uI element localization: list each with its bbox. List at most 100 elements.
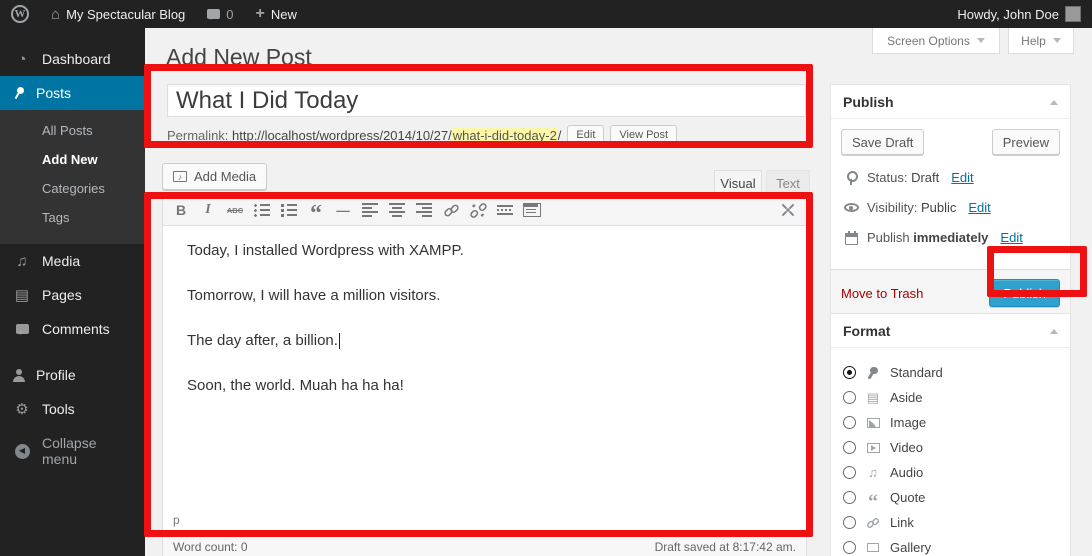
format-box-title: Format: [843, 323, 890, 339]
editor-content[interactable]: Today, I installed Wordpress with XAMPP.…: [163, 226, 806, 509]
screen-options-button[interactable]: Screen Options: [872, 28, 1000, 54]
format-box-body: Standard Aside Image Video Audio: [831, 348, 1070, 556]
sidebar-item-tools[interactable]: Tools: [0, 392, 145, 426]
tab-text[interactable]: Text: [766, 170, 810, 195]
sidebar-separator: [0, 346, 145, 358]
submenu-item-categories[interactable]: Categories: [0, 174, 145, 203]
italic-button[interactable]: [195, 198, 221, 222]
comments-icon: [207, 9, 220, 19]
dashboard-icon: [12, 51, 32, 67]
format-label[interactable]: Quote: [890, 490, 925, 505]
bold-button[interactable]: [168, 198, 194, 222]
audio-icon: [865, 465, 881, 480]
blockquote-button[interactable]: [303, 198, 329, 222]
publish-button[interactable]: Publish: [989, 279, 1060, 307]
preview-button[interactable]: Preview: [992, 129, 1060, 155]
comments-bubble-icon: [16, 324, 29, 334]
add-media-label: Add Media: [194, 169, 256, 184]
radio-link[interactable]: [843, 516, 856, 529]
edit-status-link[interactable]: Edit: [951, 170, 973, 185]
format-label[interactable]: Aside: [890, 390, 923, 405]
radio-audio[interactable]: [843, 466, 856, 479]
format-option-quote: Quote: [843, 485, 1058, 510]
format-option-audio: Audio: [843, 460, 1058, 485]
publish-box-footer: Move to Trash Publish: [831, 269, 1070, 316]
editor-paragraph: Today, I installed Wordpress with XAMPP.: [187, 242, 782, 260]
radio-video[interactable]: [843, 441, 856, 454]
bulleted-list-button[interactable]: [249, 198, 275, 222]
format-label[interactable]: Link: [890, 515, 914, 530]
post-title-input[interactable]: [167, 84, 806, 117]
sidebar-item-media[interactable]: Media: [0, 244, 145, 278]
format-label[interactable]: Gallery: [890, 540, 931, 555]
save-draft-button[interactable]: Save Draft: [841, 129, 924, 155]
collapse-toggle-icon[interactable]: [1050, 96, 1058, 105]
submenu-item-add-new[interactable]: Add New: [0, 145, 145, 174]
permalink-base: http://localhost/wordpress/2014/10/27/: [232, 128, 452, 143]
horizontal-rule-button[interactable]: [330, 198, 356, 222]
sidebar-item-dashboard[interactable]: Dashboard: [0, 42, 145, 76]
editor-path-bar: p: [163, 509, 806, 531]
link-icon: [443, 202, 460, 219]
radio-quote[interactable]: [843, 491, 856, 504]
radio-gallery[interactable]: [843, 541, 856, 554]
insert-link-button[interactable]: [438, 198, 464, 222]
add-media-button[interactable]: Add Media: [162, 163, 267, 190]
radio-standard[interactable]: [843, 366, 856, 379]
publish-box-header[interactable]: Publish: [831, 85, 1070, 119]
site-name-link[interactable]: My Spectacular Blog: [40, 0, 196, 28]
new-content-menu[interactable]: New: [245, 0, 308, 28]
sidebar-item-posts[interactable]: Posts: [0, 76, 145, 110]
insert-more-tag-button[interactable]: [492, 198, 518, 222]
link-icon: [865, 516, 881, 530]
radio-aside[interactable]: [843, 391, 856, 404]
comments-label: Comments: [42, 321, 110, 337]
remove-link-button[interactable]: [465, 198, 491, 222]
element-path: p: [173, 513, 180, 527]
account-menu[interactable]: Howdy, John Doe: [946, 0, 1092, 28]
sidebar-item-comments[interactable]: Comments: [0, 312, 145, 346]
align-right-button[interactable]: [411, 198, 437, 222]
posts-submenu: All Posts Add New Categories Tags: [0, 110, 145, 244]
unlink-icon: [470, 202, 487, 219]
screen-options-label: Screen Options: [887, 34, 970, 48]
howdy-text: Howdy, John Doe: [957, 7, 1059, 22]
sidebar-item-collapse-menu[interactable]: Collapse menu: [0, 426, 145, 476]
help-button[interactable]: Help: [1008, 28, 1074, 54]
sidebar-item-profile[interactable]: Profile: [0, 358, 145, 392]
dashboard-label: Dashboard: [42, 51, 111, 67]
numbered-list-button[interactable]: [276, 198, 302, 222]
calendar-icon: [845, 233, 858, 245]
pages-label: Pages: [42, 287, 82, 303]
toolbar-toggle-button[interactable]: [519, 198, 545, 222]
fullscreen-button[interactable]: [775, 198, 801, 222]
format-label[interactable]: Audio: [890, 465, 923, 480]
wordpress-logo-menu[interactable]: [0, 0, 40, 28]
edit-permalink-button[interactable]: Edit: [567, 125, 604, 145]
site-name: My Spectacular Blog: [66, 7, 185, 22]
edit-visibility-link[interactable]: Edit: [968, 200, 990, 215]
submenu-item-all-posts[interactable]: All Posts: [0, 116, 145, 145]
help-label: Help: [1021, 34, 1046, 48]
edit-schedule-link[interactable]: Edit: [1000, 230, 1022, 245]
collapse-toggle-icon[interactable]: [1050, 325, 1058, 334]
active-menu-arrow: [137, 85, 153, 101]
editor-toolbar: [163, 195, 806, 226]
radio-image[interactable]: [843, 416, 856, 429]
move-to-trash-link[interactable]: Move to Trash: [841, 286, 923, 301]
format-label[interactable]: Image: [890, 415, 926, 430]
sidebar-item-pages[interactable]: Pages: [0, 278, 145, 312]
tab-visual[interactable]: Visual: [714, 170, 762, 195]
view-post-button[interactable]: View Post: [610, 125, 677, 145]
align-left-button[interactable]: [357, 198, 383, 222]
schedule-row: Publish immediately Edit: [841, 230, 1060, 245]
format-box-header[interactable]: Format: [831, 314, 1070, 348]
format-label[interactable]: Standard: [890, 365, 943, 380]
submenu-item-tags[interactable]: Tags: [0, 203, 145, 232]
strikethrough-button[interactable]: [222, 198, 248, 222]
format-option-video: Video: [843, 435, 1058, 460]
admin-bar-left: My Spectacular Blog 0 New: [0, 0, 308, 28]
format-label[interactable]: Video: [890, 440, 923, 455]
comments-link[interactable]: 0: [196, 0, 244, 28]
align-center-button[interactable]: [384, 198, 410, 222]
